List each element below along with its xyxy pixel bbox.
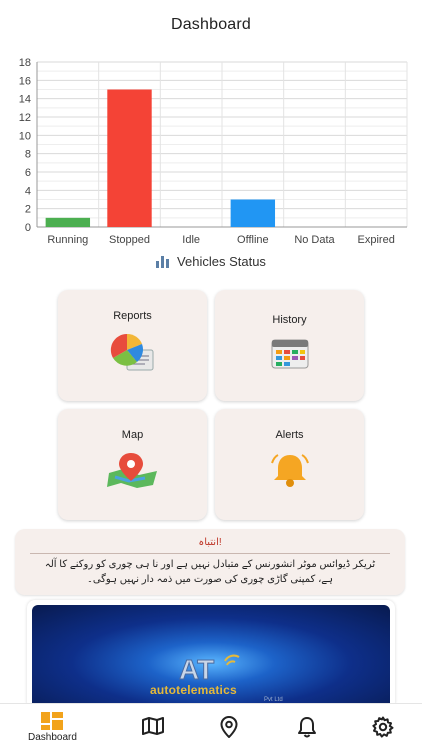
banner-frame: AT autotelematics Pvt Ltd [27, 600, 395, 710]
gear-icon [372, 716, 394, 738]
x-tick-label: Expired [358, 234, 395, 246]
map-card[interactable]: Map [58, 409, 207, 520]
dashboard-icon [41, 712, 64, 730]
vehicle-status-chart: 0 2 4 6 8 10 12 14 16 18 Running Stopped Idle Offline… [0, 52, 422, 252]
warning-body: ٹریکر ڈیوائس موٹر انشورنس کے متبادل نہیں… [44, 559, 376, 585]
bell-icon [298, 717, 316, 738]
warning-notice: انتباہ! ٹریکر ڈیوائس موٹر انشورنس کے متب… [15, 529, 405, 595]
y-tick-label: 8 [25, 149, 31, 161]
bar-running [45, 217, 91, 227]
bottom-nav: Dashboard [0, 703, 422, 750]
app: Dashboard 0 2 4 6 8 10 12 14 16 18 Running Stopped I… [0, 0, 422, 750]
nav-settings[interactable] [372, 716, 394, 738]
reports-label: Reports [113, 310, 152, 322]
location-pin-icon [220, 716, 238, 738]
history-label: History [272, 314, 307, 326]
calendar-icon [271, 339, 308, 369]
x-tick-label: Idle [182, 234, 200, 246]
y-tick-label: 2 [25, 204, 31, 216]
autotelematics-logo-icon: AT [179, 654, 240, 683]
bar-offline [230, 199, 276, 227]
nav-map[interactable] [142, 717, 164, 735]
legend-label: Vehicles Status [177, 254, 266, 269]
map-pin-icon [106, 453, 157, 488]
nav-alerts[interactable] [297, 716, 317, 738]
bar-stopped [107, 89, 152, 227]
x-tick-label: Offline [237, 234, 269, 246]
map-icon [142, 717, 164, 735]
promo-banner[interactable]: AT autotelematics Pvt Ltd [32, 605, 390, 710]
nav-location[interactable] [220, 716, 238, 738]
alerts-card[interactable]: Alerts [215, 409, 364, 520]
warning-title: انتباہ! [198, 537, 222, 548]
y-tick-label: 12 [19, 112, 31, 124]
y-tick-label: 0 [25, 222, 31, 234]
nav-dashboard-label: Dashboard [28, 732, 77, 743]
bar-chart-icon [156, 255, 170, 268]
chart-svg: 0 2 4 6 8 10 12 14 16 18 Running Stopped Idle Offline… [19, 57, 408, 246]
chart-legend[interactable]: Vehicles Status [0, 254, 422, 269]
y-tick-label: 14 [19, 94, 31, 106]
history-card[interactable]: History [215, 290, 364, 401]
map-label: Map [121, 429, 144, 441]
y-tick-label: 6 [25, 167, 31, 179]
nav-dashboard[interactable]: Dashboard [28, 712, 77, 743]
x-tick-label: Stopped [109, 234, 150, 246]
alerts-label: Alerts [275, 429, 304, 441]
x-tick-label: No Data [294, 234, 335, 246]
y-tick-label: 4 [25, 185, 31, 197]
reports-card[interactable]: Reports [58, 290, 207, 401]
page-title: Dashboard [170, 16, 252, 33]
svg-text:AT: AT [179, 654, 214, 683]
pie-report-icon [110, 333, 153, 371]
warning-divider [30, 553, 390, 554]
y-tick-label: 10 [19, 130, 31, 142]
bell-alert-icon [270, 454, 309, 487]
banner-brand: autotelematics [150, 683, 237, 697]
y-tick-label: 18 [19, 57, 31, 69]
x-tick-label: Running [47, 234, 88, 246]
y-tick-label: 16 [19, 75, 31, 87]
